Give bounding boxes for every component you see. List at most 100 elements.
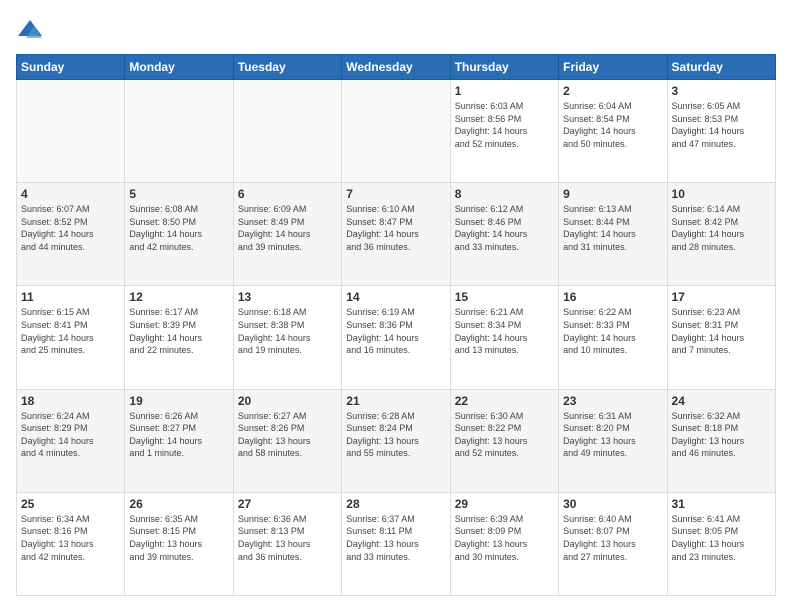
calendar-cell: 1 Sunrise: 6:03 AM Sunset: 8:56 PM Daylig…	[450, 80, 558, 183]
calendar-header-row: SundayMondayTuesdayWednesdayThursdayFrid…	[17, 55, 776, 80]
day-info: Sunrise: 6:26 AM Sunset: 8:27 PM Dayligh…	[129, 410, 228, 460]
day-number: 31	[672, 497, 771, 511]
calendar-week-4: 18 Sunrise: 6:24 AM Sunset: 8:29 PM Dayli…	[17, 389, 776, 492]
day-number: 12	[129, 290, 228, 304]
day-number: 11	[21, 290, 120, 304]
calendar-cell: 14 Sunrise: 6:19 AM Sunset: 8:36 PM Dayli…	[342, 286, 450, 389]
calendar-cell: 28Sunrise: 6:37 AM Sunset: 8:11 PM Dayli…	[342, 492, 450, 595]
day-number: 21	[346, 394, 445, 408]
calendar-cell	[17, 80, 125, 183]
calendar-cell: 29 Sunrise: 6:39 AM Sunset: 8:09 PM Dayli…	[450, 492, 558, 595]
day-number: 25	[21, 497, 120, 511]
day-info: Sunrise: 6:08 AM Sunset: 8:50 PM Dayligh…	[129, 203, 228, 253]
calendar-cell: 7 Sunrise: 6:10 AM Sunset: 8:47 PM Daylig…	[342, 183, 450, 286]
logo-icon	[16, 16, 44, 44]
calendar-week-5: 25 Sunrise: 6:34 AM Sunset: 8:16 PM Dayli…	[17, 492, 776, 595]
day-info: Sunrise: 6:12 AM Sunset: 8:46 PM Dayligh…	[455, 203, 554, 253]
day-number: 29	[455, 497, 554, 511]
calendar-cell: 18 Sunrise: 6:24 AM Sunset: 8:29 PM Dayli…	[17, 389, 125, 492]
day-info: Sunrise: 6:15 AM Sunset: 8:41 PM Dayligh…	[21, 306, 120, 356]
calendar-cell: 24Sunrise: 6:32 AM Sunset: 8:18 PM Dayli…	[667, 389, 775, 492]
day-number: 14	[346, 290, 445, 304]
calendar-header-sunday: Sunday	[17, 55, 125, 80]
day-number: 9	[563, 187, 662, 201]
calendar-cell: 17 Sunrise: 6:23 AM Sunset: 8:31 PM Dayli…	[667, 286, 775, 389]
calendar-cell	[125, 80, 233, 183]
day-number: 26	[129, 497, 228, 511]
calendar-cell: 10 Sunrise: 6:14 AM Sunset: 8:42 PM Dayli…	[667, 183, 775, 286]
day-info: Sunrise: 6:40 AM Sunset: 8:07 PM Dayligh…	[563, 513, 662, 563]
day-number: 28	[346, 497, 445, 511]
day-info: Sunrise: 6:30 AM Sunset: 8:22 PM Dayligh…	[455, 410, 554, 460]
day-number: 3	[672, 84, 771, 98]
calendar-header-tuesday: Tuesday	[233, 55, 341, 80]
calendar-header-friday: Friday	[559, 55, 667, 80]
day-info: Sunrise: 6:04 AM Sunset: 8:54 PM Dayligh…	[563, 100, 662, 150]
day-number: 22	[455, 394, 554, 408]
calendar-cell: 20Sunrise: 6:27 AM Sunset: 8:26 PM Dayli…	[233, 389, 341, 492]
day-info: Sunrise: 6:14 AM Sunset: 8:42 PM Dayligh…	[672, 203, 771, 253]
day-number: 17	[672, 290, 771, 304]
day-info: Sunrise: 6:22 AM Sunset: 8:33 PM Dayligh…	[563, 306, 662, 356]
day-info: Sunrise: 6:13 AM Sunset: 8:44 PM Dayligh…	[563, 203, 662, 253]
day-number: 2	[563, 84, 662, 98]
day-number: 19	[129, 394, 228, 408]
calendar-cell: 21Sunrise: 6:28 AM Sunset: 8:24 PM Dayli…	[342, 389, 450, 492]
day-number: 16	[563, 290, 662, 304]
day-info: Sunrise: 6:35 AM Sunset: 8:15 PM Dayligh…	[129, 513, 228, 563]
day-info: Sunrise: 6:31 AM Sunset: 8:20 PM Dayligh…	[563, 410, 662, 460]
day-info: Sunrise: 6:34 AM Sunset: 8:16 PM Dayligh…	[21, 513, 120, 563]
calendar-cell: 2 Sunrise: 6:04 AM Sunset: 8:54 PM Daylig…	[559, 80, 667, 183]
day-info: Sunrise: 6:10 AM Sunset: 8:47 PM Dayligh…	[346, 203, 445, 253]
calendar-week-2: 4 Sunrise: 6:07 AM Sunset: 8:52 PM Daylig…	[17, 183, 776, 286]
calendar-cell: 3 Sunrise: 6:05 AM Sunset: 8:53 PM Daylig…	[667, 80, 775, 183]
day-info: Sunrise: 6:09 AM Sunset: 8:49 PM Dayligh…	[238, 203, 337, 253]
day-number: 6	[238, 187, 337, 201]
page: SundayMondayTuesdayWednesdayThursdayFrid…	[0, 0, 792, 612]
calendar-cell: 19 Sunrise: 6:26 AM Sunset: 8:27 PM Dayli…	[125, 389, 233, 492]
header	[16, 16, 776, 44]
day-info: Sunrise: 6:18 AM Sunset: 8:38 PM Dayligh…	[238, 306, 337, 356]
calendar-cell: 6 Sunrise: 6:09 AM Sunset: 8:49 PM Daylig…	[233, 183, 341, 286]
calendar-cell: 8Sunrise: 6:12 AM Sunset: 8:46 PM Daylig…	[450, 183, 558, 286]
calendar-cell: 11 Sunrise: 6:15 AM Sunset: 8:41 PM Dayli…	[17, 286, 125, 389]
day-number: 18	[21, 394, 120, 408]
day-info: Sunrise: 6:41 AM Sunset: 8:05 PM Dayligh…	[672, 513, 771, 563]
day-number: 24	[672, 394, 771, 408]
day-number: 27	[238, 497, 337, 511]
day-info: Sunrise: 6:03 AM Sunset: 8:56 PM Dayligh…	[455, 100, 554, 150]
calendar-cell: 26 Sunrise: 6:35 AM Sunset: 8:15 PM Dayli…	[125, 492, 233, 595]
calendar-cell: 5 Sunrise: 6:08 AM Sunset: 8:50 PM Daylig…	[125, 183, 233, 286]
day-info: Sunrise: 6:21 AM Sunset: 8:34 PM Dayligh…	[455, 306, 554, 356]
calendar-cell: 30 Sunrise: 6:40 AM Sunset: 8:07 PM Dayli…	[559, 492, 667, 595]
calendar-cell: 9 Sunrise: 6:13 AM Sunset: 8:44 PM Daylig…	[559, 183, 667, 286]
day-info: Sunrise: 6:24 AM Sunset: 8:29 PM Dayligh…	[21, 410, 120, 460]
day-number: 4	[21, 187, 120, 201]
day-number: 15	[455, 290, 554, 304]
day-number: 30	[563, 497, 662, 511]
logo	[16, 16, 48, 44]
day-info: Sunrise: 6:05 AM Sunset: 8:53 PM Dayligh…	[672, 100, 771, 150]
day-info: Sunrise: 6:39 AM Sunset: 8:09 PM Dayligh…	[455, 513, 554, 563]
day-number: 10	[672, 187, 771, 201]
calendar-week-1: 1 Sunrise: 6:03 AM Sunset: 8:56 PM Daylig…	[17, 80, 776, 183]
calendar-header-thursday: Thursday	[450, 55, 558, 80]
day-number: 1	[455, 84, 554, 98]
day-number: 7	[346, 187, 445, 201]
calendar-cell: 16 Sunrise: 6:22 AM Sunset: 8:33 PM Dayli…	[559, 286, 667, 389]
day-info: Sunrise: 6:36 AM Sunset: 8:13 PM Dayligh…	[238, 513, 337, 563]
day-number: 5	[129, 187, 228, 201]
day-info: Sunrise: 6:23 AM Sunset: 8:31 PM Dayligh…	[672, 306, 771, 356]
calendar-cell: 13Sunrise: 6:18 AM Sunset: 8:38 PM Dayli…	[233, 286, 341, 389]
calendar-cell: 31 Sunrise: 6:41 AM Sunset: 8:05 PM Dayli…	[667, 492, 775, 595]
calendar-cell: 25 Sunrise: 6:34 AM Sunset: 8:16 PM Dayli…	[17, 492, 125, 595]
day-info: Sunrise: 6:17 AM Sunset: 8:39 PM Dayligh…	[129, 306, 228, 356]
calendar-cell: 15 Sunrise: 6:21 AM Sunset: 8:34 PM Dayli…	[450, 286, 558, 389]
day-info: Sunrise: 6:19 AM Sunset: 8:36 PM Dayligh…	[346, 306, 445, 356]
calendar-cell: 12 Sunrise: 6:17 AM Sunset: 8:39 PM Dayli…	[125, 286, 233, 389]
day-info: Sunrise: 6:27 AM Sunset: 8:26 PM Dayligh…	[238, 410, 337, 460]
calendar-cell	[233, 80, 341, 183]
day-info: Sunrise: 6:07 AM Sunset: 8:52 PM Dayligh…	[21, 203, 120, 253]
calendar-header-wednesday: Wednesday	[342, 55, 450, 80]
calendar-cell: 27 Sunrise: 6:36 AM Sunset: 8:13 PM Dayli…	[233, 492, 341, 595]
